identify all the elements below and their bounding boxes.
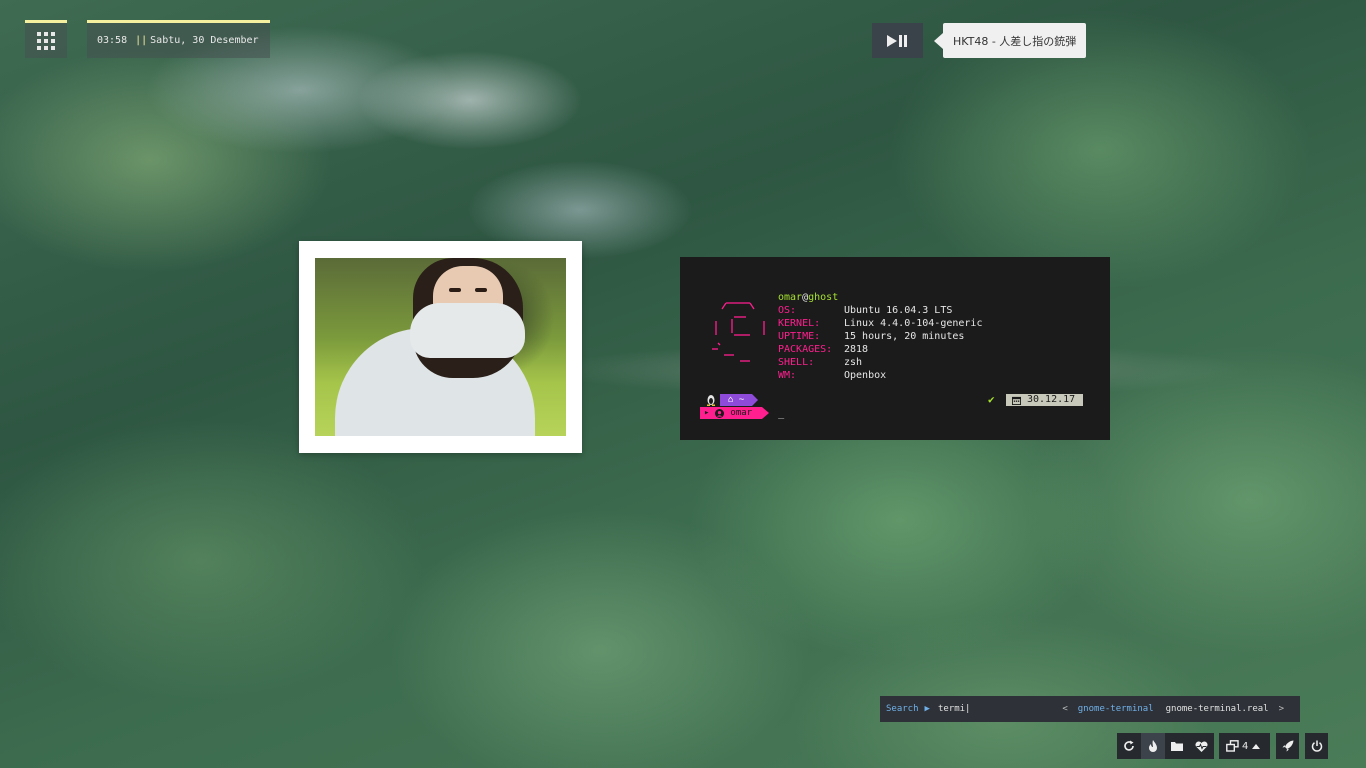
refresh-button[interactable]	[1117, 733, 1141, 759]
workspace-count: 4	[1242, 740, 1249, 752]
ubuntu-ascii-logo	[712, 302, 765, 362]
tray-launchers	[1117, 733, 1214, 759]
launcher-rocket-button[interactable]	[1276, 733, 1299, 759]
play-pause-icon	[886, 34, 907, 47]
info-row: OS: Ubuntu 16.04.3 LTS	[778, 305, 953, 316]
folder-icon	[1171, 742, 1183, 751]
result-item[interactable]: gnome-terminal.real	[1166, 704, 1269, 714]
search-input[interactable]: termi|	[938, 704, 1052, 714]
clock-separator: ||	[135, 35, 148, 46]
next-results-button[interactable]: >	[1279, 704, 1284, 714]
fire-button[interactable]	[1141, 733, 1165, 759]
windows-icon	[1226, 740, 1239, 752]
prev-results-button[interactable]: <	[1062, 704, 1067, 714]
check-icon: ✔	[988, 393, 995, 406]
clock-time: 03:58	[97, 35, 128, 46]
prompt-date-segment: 30.12.17	[1006, 394, 1084, 406]
now-playing-label: HKT48 - 人差し指の銃弾	[933, 23, 1087, 58]
power-icon	[1311, 740, 1322, 752]
refresh-icon	[1124, 740, 1134, 751]
launcher-label: Search	[886, 704, 919, 714]
app-menu-button[interactable]	[25, 20, 67, 58]
play-pause-button[interactable]	[872, 23, 923, 58]
caret-icon: ▸	[704, 408, 710, 418]
prompt-user: omar	[730, 408, 753, 418]
hostname: ghost	[808, 292, 839, 303]
folder-button[interactable]	[1165, 733, 1189, 759]
prompt-dir: ~	[738, 395, 745, 405]
fire-icon	[1149, 740, 1157, 752]
rocket-icon	[1282, 740, 1293, 752]
tux-icon	[707, 395, 715, 406]
system-info: omar@ghost OS: Ubuntu 16.04.3 LTS KERNEL:…	[778, 291, 982, 382]
prompt-dir-segment: ⌂ ~	[720, 394, 759, 406]
prompt-user-segment: ▸ omar	[700, 407, 770, 419]
photo-frame	[299, 241, 582, 453]
result-item-selected[interactable]: gnome-terminal	[1078, 704, 1154, 714]
clock-date: Sabtu, 30 Desember	[150, 35, 259, 46]
prompt-line-dir: ⌂ ~	[704, 394, 759, 406]
info-row: PACKAGES: 2818	[778, 344, 869, 355]
health-button[interactable]	[1189, 733, 1213, 759]
info-row: SHELL: zsh	[778, 357, 863, 368]
terminal-window[interactable]: omar@ghost OS: Ubuntu 16.04.3 LTS KERNEL:…	[680, 257, 1110, 440]
workspace-switcher[interactable]: 4	[1219, 733, 1270, 759]
info-row: UPTIME: 15 hours, 20 minutes	[778, 331, 965, 342]
home-icon: ⌂	[728, 395, 734, 405]
info-row: KERNEL: Linux 4.4.0-104-generic	[778, 318, 983, 329]
heartbeat-icon	[1194, 740, 1208, 752]
user-icon	[715, 408, 725, 418]
caret-up-icon	[1252, 743, 1261, 749]
prompt-date: 30.12.17	[1027, 394, 1076, 405]
prompt-line-user: ▸ omar _	[700, 407, 784, 419]
info-row: WM: Openbox	[778, 370, 887, 381]
clock-widget: 03:58 || Sabtu, 30 Desember	[87, 20, 270, 58]
calendar-icon	[1012, 396, 1021, 405]
username: omar	[778, 292, 803, 303]
grid-icon	[37, 31, 55, 50]
user-host: omar@ghost	[778, 291, 982, 304]
arrow-right-icon: ▶	[924, 704, 930, 714]
app-launcher[interactable]: Search ▶ termi| < gnome-terminal gnome-t…	[880, 696, 1300, 722]
terminal-cursor: _	[778, 407, 785, 419]
portrait-photo	[315, 258, 566, 436]
power-button[interactable]	[1305, 733, 1328, 759]
